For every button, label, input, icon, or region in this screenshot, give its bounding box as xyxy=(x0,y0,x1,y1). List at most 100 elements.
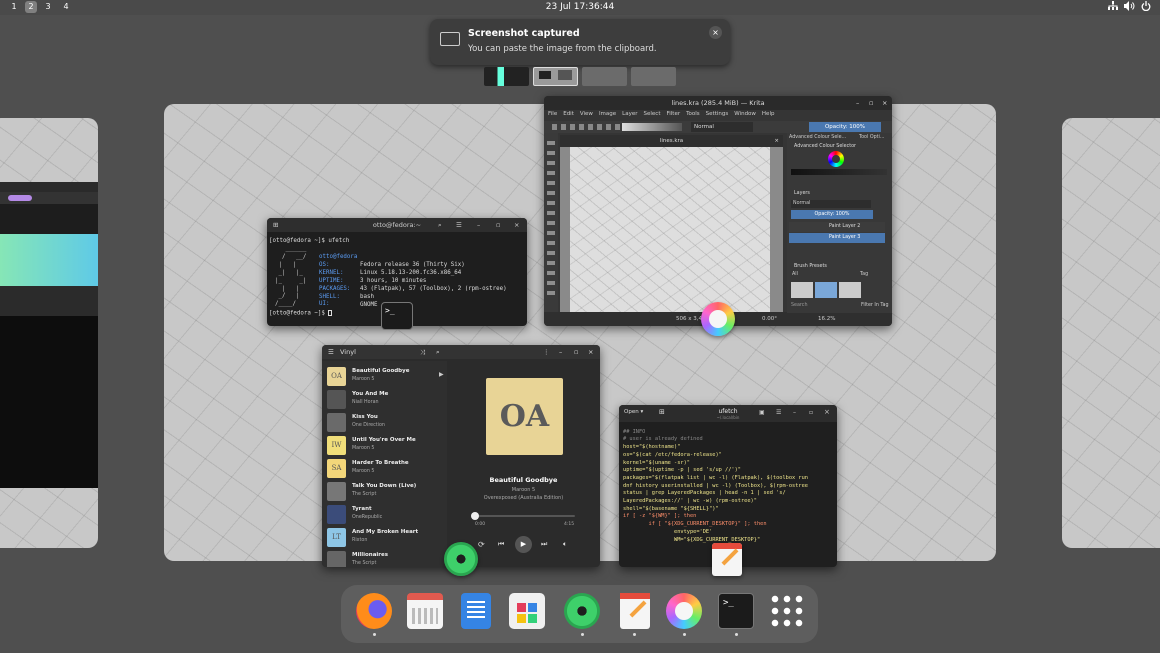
krita-canvas[interactable] xyxy=(560,147,783,312)
minimize-icon[interactable]: – xyxy=(477,218,480,232)
song-list: OA Beautiful Goodbye Maroon 5 ▶ You And Me N… xyxy=(322,361,447,567)
maximize-icon[interactable]: ▫ xyxy=(496,218,500,232)
close-icon[interactable]: × xyxy=(882,96,887,110)
menu-help[interactable]: Help xyxy=(762,111,775,120)
terminal-title: otto@fedora:~ xyxy=(372,221,422,229)
minimize-icon[interactable]: – xyxy=(793,409,796,416)
software-icon[interactable] xyxy=(509,593,545,629)
workspace-thumbnail-2[interactable] xyxy=(533,67,578,86)
menu-select[interactable]: Select xyxy=(644,111,661,120)
close-icon[interactable]: × xyxy=(709,26,722,39)
close-icon[interactable]: × xyxy=(774,135,779,147)
minimize-icon[interactable]: – xyxy=(559,345,562,359)
volume-icon[interactable] xyxy=(1124,1,1135,14)
save-icon[interactable]: ▣ xyxy=(759,409,765,416)
progress-bar[interactable] xyxy=(471,512,575,520)
now-playing-title: Beautiful Goodbye xyxy=(489,476,558,484)
menu-image[interactable]: Image xyxy=(599,111,616,120)
menu-settings[interactable]: Settings xyxy=(706,111,729,120)
layer-row[interactable]: Paint Layer 2 xyxy=(789,222,885,232)
editor-headerbar[interactable]: Open ▾ ⊞ ufetch ~/.local/bin ▣ ☰ – ▫ × xyxy=(619,405,837,422)
terminal-prompt-line-2[interactable]: [otto@fedora ~]$ xyxy=(269,310,333,318)
layers-blend-mode[interactable]: Normal xyxy=(791,200,871,208)
krita-window[interactable]: lines.kra (285.4 MiB) — Krita – ▫ × File… xyxy=(544,96,892,326)
menu-filter[interactable]: Filter xyxy=(666,111,680,120)
previous-icon[interactable]: ⏮ xyxy=(498,540,504,549)
firefox-icon[interactable] xyxy=(356,593,392,629)
dock: >_ xyxy=(341,585,818,643)
krita-menubar: File Edit View Image Layer Select Filter… xyxy=(548,111,774,120)
close-icon[interactable]: × xyxy=(824,408,830,416)
search-icon[interactable]: ⌕ xyxy=(438,218,442,232)
brush-search[interactable]: Search xyxy=(791,303,807,308)
workspace-left-preview[interactable] xyxy=(0,118,98,548)
layer-row-selected[interactable]: Paint Layer 3 xyxy=(789,233,885,243)
brush-tag-select[interactable]: Tag xyxy=(860,272,868,277)
network-icon[interactable] xyxy=(1108,1,1118,14)
menu-view[interactable]: View xyxy=(580,111,593,120)
menu-layer[interactable]: Layer xyxy=(622,111,637,120)
text-editor-icon[interactable] xyxy=(461,593,491,629)
workspace-thumbnail-4[interactable] xyxy=(631,67,676,86)
repeat-icon[interactable]: ⟳ xyxy=(478,540,485,549)
terminal-titlebar[interactable]: otto@fedora:~ ⊞ ⌕ ☰ – ▫ × xyxy=(267,218,527,232)
menu-icon[interactable]: ☰ xyxy=(328,345,334,359)
terminal-icon[interactable]: >_ xyxy=(718,593,754,629)
calendar-icon[interactable] xyxy=(407,593,443,629)
play-button[interactable]: ▶ xyxy=(515,536,532,553)
volume-icon[interactable]: 🔈︎ xyxy=(563,540,567,549)
brush-preset[interactable] xyxy=(839,282,861,298)
close-icon[interactable]: × xyxy=(588,345,593,359)
layers-opacity-slider[interactable]: Opacity: 100% xyxy=(791,210,873,219)
tab-colour-selector[interactable]: Advanced Colour Sele... xyxy=(789,135,846,140)
menu-icon[interactable]: ☰ xyxy=(456,218,462,232)
menu-window[interactable]: Window xyxy=(734,111,756,120)
krita-icon[interactable] xyxy=(666,593,702,629)
fedora-ascii-logo: ______ / __/ | | _| |_ |_ _| | | _/ | /_… xyxy=(275,246,307,308)
minimize-icon[interactable]: – xyxy=(856,96,859,110)
progress-handle[interactable] xyxy=(471,512,479,520)
screenshot-notification[interactable]: Screenshot captured You can paste the im… xyxy=(430,19,730,65)
play-icon[interactable]: ▶ xyxy=(439,371,444,378)
gedit-icon[interactable] xyxy=(620,593,650,629)
editor-subtitle: ~/.local/bin xyxy=(716,415,740,420)
krita-titlebar[interactable]: lines.kra (285.4 MiB) — Krita – ▫ × xyxy=(544,96,892,110)
close-icon[interactable]: × xyxy=(514,218,519,232)
brush-preset[interactable] xyxy=(791,282,813,298)
gradient-swatch[interactable] xyxy=(622,123,682,131)
workspace-right-preview[interactable] xyxy=(1062,118,1160,548)
music-titlebar[interactable]: ☰ Vinyl ⤨ ⌕ ⋮ – ▫ × xyxy=(322,345,600,359)
music-player-window[interactable]: ☰ Vinyl ⤨ ⌕ ⋮ – ▫ × OA Beautiful Goodbye M… xyxy=(322,345,600,567)
maximize-icon[interactable]: ▫ xyxy=(574,345,578,359)
workspace-thumbnail-1[interactable] xyxy=(484,67,529,86)
colour-wheel[interactable] xyxy=(828,151,844,167)
document-tab[interactable]: lines.kra × xyxy=(560,135,783,147)
tab-tool-options[interactable]: Tool Opti... xyxy=(859,135,884,140)
search-icon[interactable]: ⌕ xyxy=(436,345,440,359)
menu-icon[interactable]: ☰ xyxy=(776,409,781,416)
shuffle-icon[interactable]: ⤨ xyxy=(420,345,425,359)
code-area[interactable]: ## INFO # user is already defined host="$(… xyxy=(623,421,808,544)
brush-preset-selected[interactable] xyxy=(815,282,837,298)
krita-dockers: Advanced Colour Sele... Tool Opti... Adv… xyxy=(787,133,892,313)
maximize-icon[interactable]: ▫ xyxy=(869,96,873,110)
krita-toolbox[interactable] xyxy=(544,133,558,317)
more-icon[interactable]: ⋮ xyxy=(543,345,550,359)
maximize-icon[interactable]: ▫ xyxy=(809,409,813,416)
workspace-thumbnail-3[interactable] xyxy=(582,67,627,86)
brush-presets-title: Brush Presets xyxy=(794,264,827,269)
next-icon[interactable]: ⏭ xyxy=(541,540,547,549)
menu-file[interactable]: File xyxy=(548,111,557,120)
clock[interactable]: 23 Jul 17:36:44 xyxy=(0,2,1160,12)
opacity-slider[interactable]: Opacity: 100% xyxy=(809,122,881,132)
blend-mode-select[interactable]: Normal xyxy=(691,122,753,132)
brush-filter-select[interactable]: All xyxy=(792,272,798,277)
menu-edit[interactable]: Edit xyxy=(563,111,574,120)
vinyl-icon[interactable] xyxy=(564,593,600,629)
menu-tools[interactable]: Tools xyxy=(686,111,700,120)
new-tab-icon[interactable]: ⊞ xyxy=(273,218,278,232)
power-icon[interactable] xyxy=(1141,1,1151,14)
filter-in-tag-checkbox[interactable]: Filter In Tag xyxy=(861,303,889,308)
album-art: OA xyxy=(486,378,563,455)
show-apps-icon[interactable] xyxy=(769,593,805,629)
